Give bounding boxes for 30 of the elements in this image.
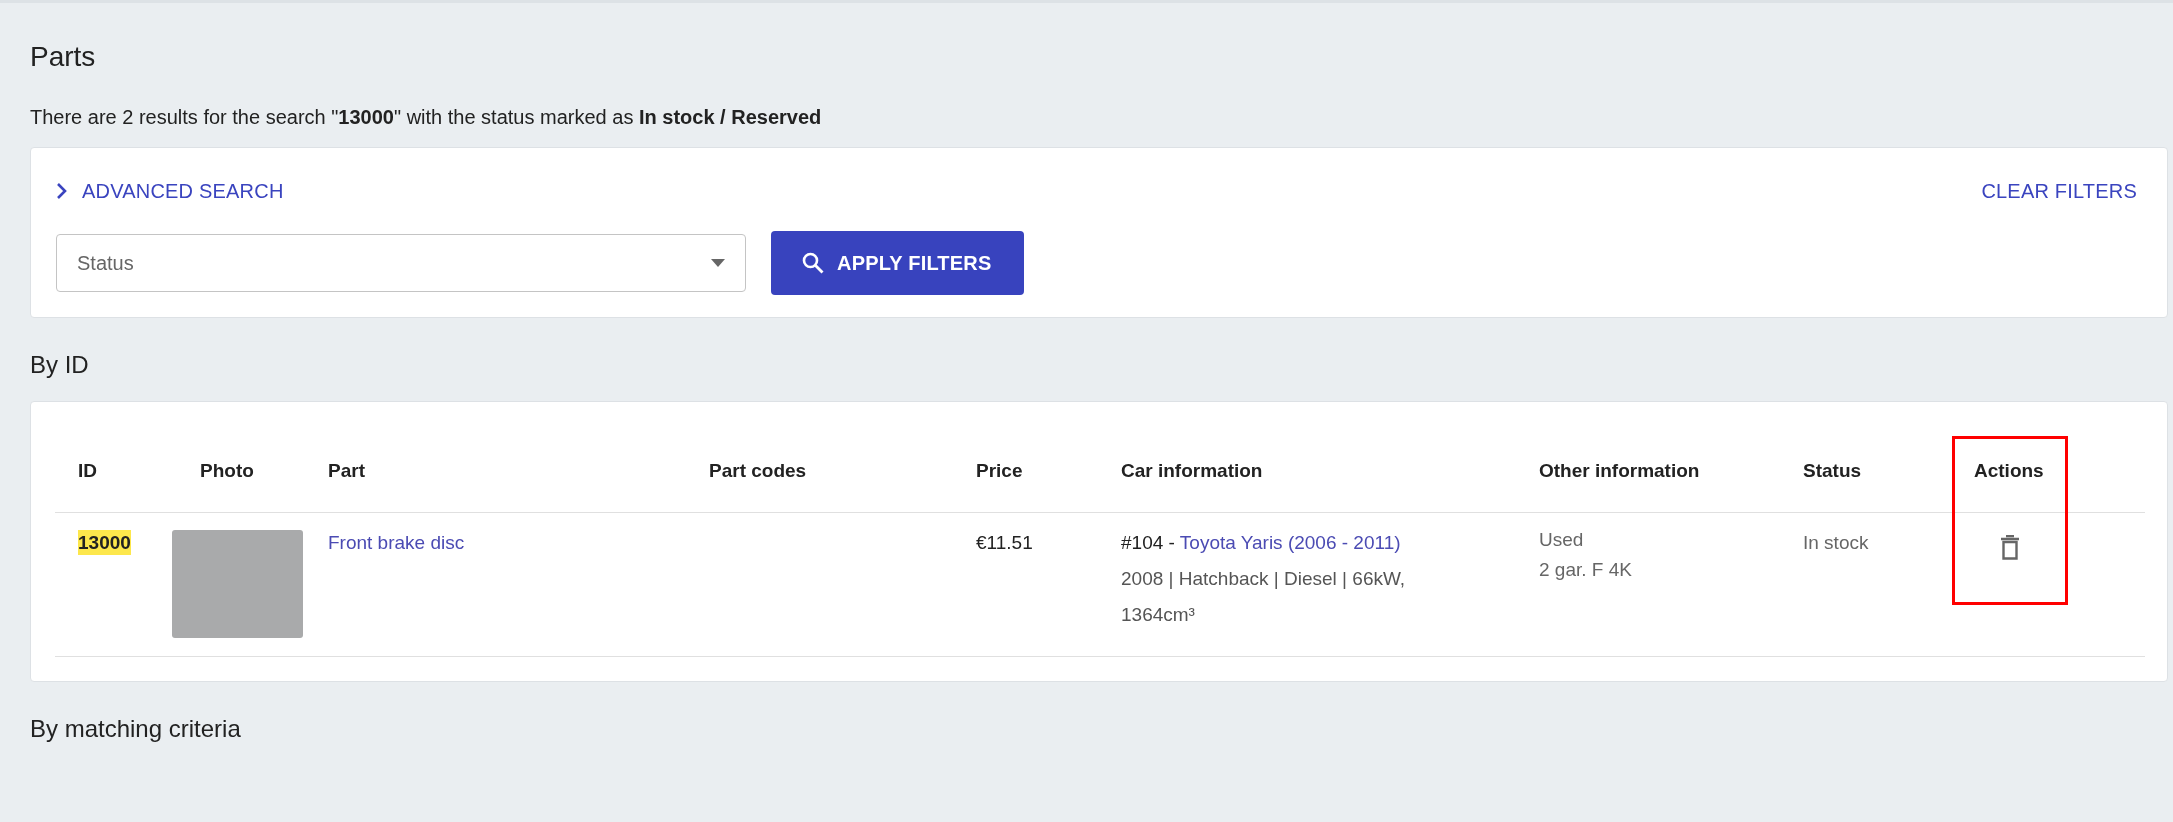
section-title: By matching criteria [30,714,242,744]
price: €11.51 [976,532,1033,553]
column-header: Price [953,430,1098,513]
dropdown-caret-icon [711,259,725,267]
column-header: Photo [149,430,305,513]
car-link[interactable]: Toyota Yaris (2006 - 2011) [1179,532,1401,553]
status-text: In stock [1803,532,1869,553]
column-header: ID [55,430,149,513]
car-number: #104 - [1121,532,1175,553]
car-details: 2008 | Hatchback | Diesel | 66kW, 1364cm³ [1121,567,1407,627]
status-select[interactable]: Status [56,234,746,292]
column-header: Part [305,430,686,513]
column-header: Actions [1951,430,2145,513]
other-information-line: 2 gar. F 4K [1539,558,1633,582]
column-header: Status [1780,430,1951,513]
column-header: Car information [1098,430,1516,513]
column-header: Part codes [686,430,953,513]
page-title: Parts [30,40,97,74]
column-header: Other information [1516,430,1780,513]
section-title: By ID [30,350,90,380]
part-link[interactable]: Front brake disc [328,532,465,553]
chevron-icon [56,182,68,200]
results-summary: There are 2 results for the search "13000" with the status marked as In stock / Reserved [30,105,823,130]
other-information-line: Used [1539,528,1585,552]
advanced-search-toggle[interactable]: ADVANCED SEARCH [56,179,284,203]
search-icon [801,251,825,275]
part-id: 13000 [78,530,131,555]
apply-filters-button[interactable]: APPLY FILTERS [771,231,1024,295]
clear-filters-link[interactable]: CLEAR FILTERS [1981,179,2137,203]
delete-icon[interactable] [2000,535,2020,561]
